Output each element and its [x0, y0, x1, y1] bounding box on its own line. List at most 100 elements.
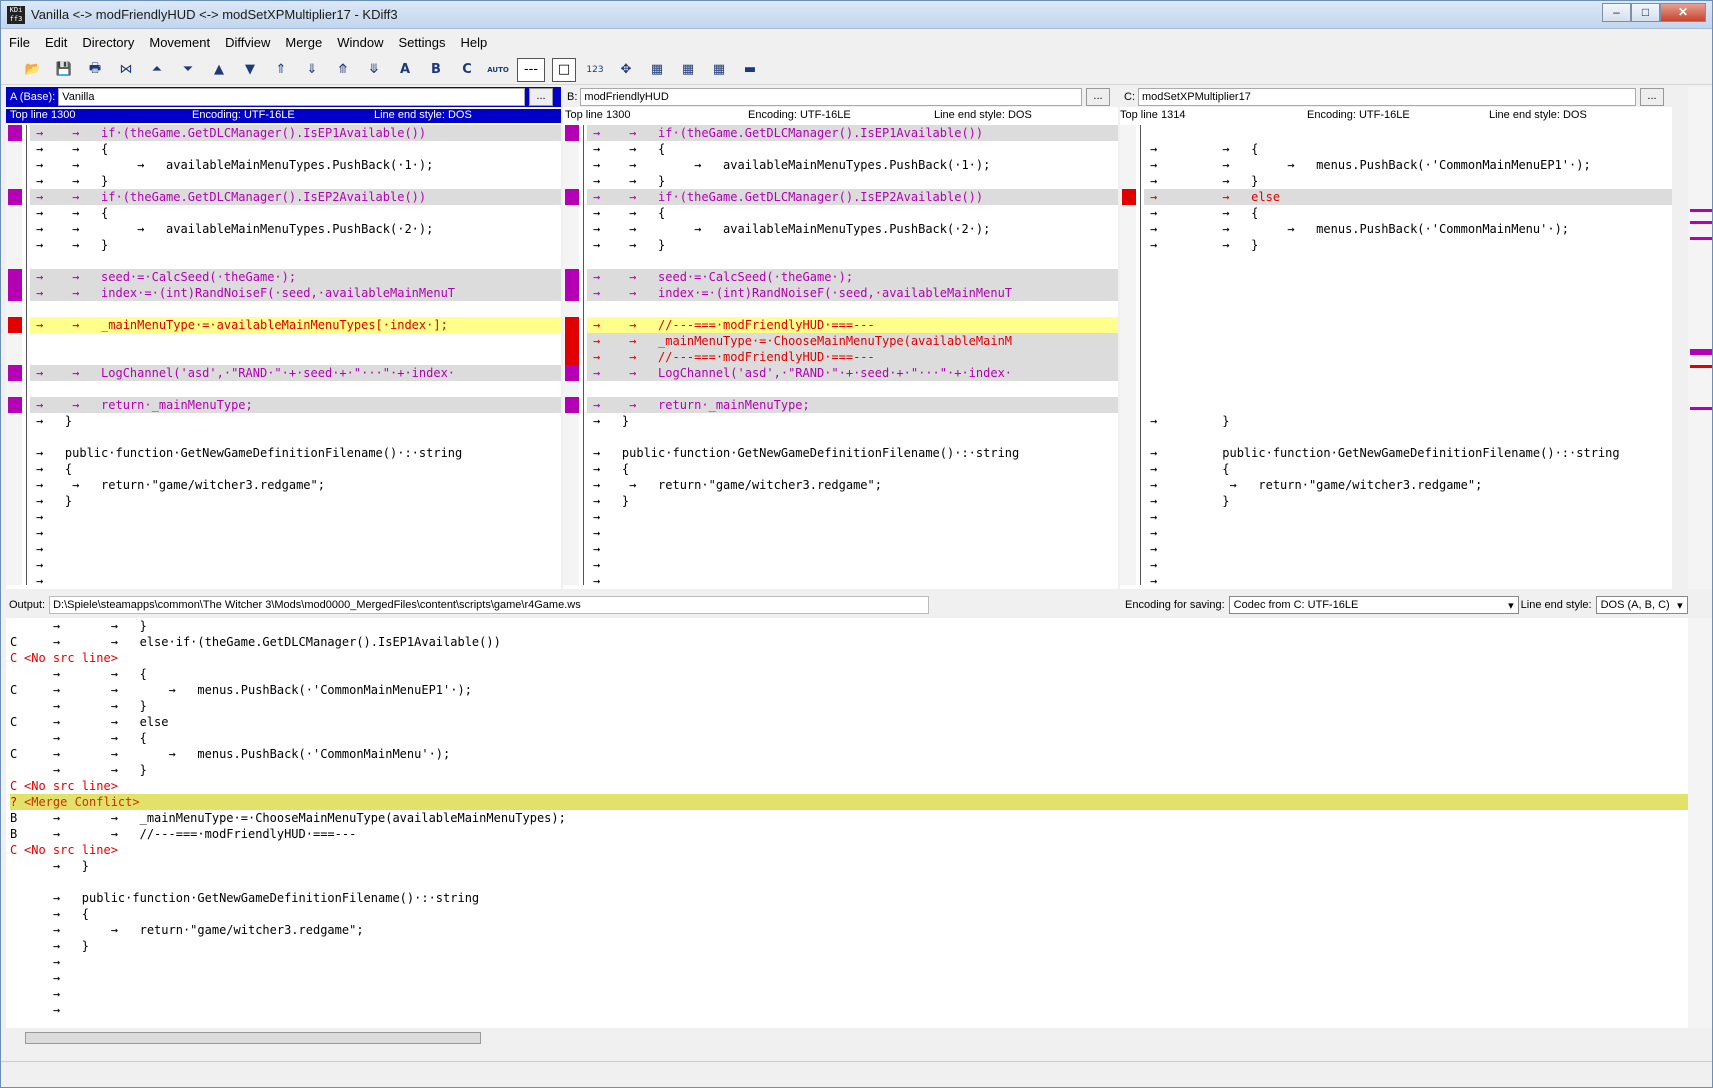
merge-line[interactable]: →: [10, 986, 1691, 1002]
open-folder-icon[interactable]: 📂: [21, 58, 45, 82]
merge-line-source: [10, 618, 24, 634]
merge-line[interactable]: → → }: [10, 618, 1691, 634]
merge-line-source: [10, 890, 24, 906]
split-horizontal-icon[interactable]: ▬: [738, 58, 762, 82]
merge-line[interactable]: C <No src line>: [10, 842, 1691, 858]
encoding-select[interactable]: Codec from C: UTF-16LE ▾: [1228, 596, 1519, 614]
pane-a-code[interactable]: → → if·(theGame.GetDLCManager().IsEP1Ava…: [6, 125, 561, 585]
window-c-icon[interactable]: ▦: [707, 58, 731, 82]
choose-a-button[interactable]: A: [393, 58, 417, 82]
merge-conflict-row[interactable]: ? <Merge Conflict>: [10, 794, 1691, 810]
pane-a-browse-button[interactable]: ...: [529, 88, 553, 106]
menu-bar: File Edit Directory Movement Diffview Me…: [1, 31, 1712, 53]
menu-merge[interactable]: Merge: [285, 35, 322, 50]
print-icon[interactable]: 🖶: [83, 58, 107, 82]
window-a-icon[interactable]: ▦: [645, 58, 669, 82]
pane-b-file-input[interactable]: modFriendlyHUD: [580, 88, 1082, 106]
show-whitespace-button[interactable]: ---: [517, 57, 545, 82]
merge-line[interactable]: B → → _mainMenuType·=·ChooseMainMenuType…: [10, 810, 1691, 826]
merge-line-text: → }: [24, 859, 90, 873]
prev-conflict-icon[interactable]: ⇑: [269, 58, 293, 82]
merge-line[interactable]: C → → → menus.PushBack(·'CommonMainMenu'…: [10, 746, 1691, 762]
menu-diffview[interactable]: Diffview: [225, 35, 270, 50]
lineend-select[interactable]: DOS (A, B, C) ▾: [1595, 596, 1688, 614]
pane-a-file-input[interactable]: Vanilla: [58, 88, 525, 106]
menu-directory[interactable]: Directory: [82, 35, 134, 50]
diff-marker: [565, 317, 579, 333]
menu-settings[interactable]: Settings: [398, 35, 445, 50]
merge-line-text: → → → menus.PushBack(·'CommonMainMenu'·)…: [24, 747, 451, 761]
next-unsolved-conflict-icon[interactable]: ⤋: [362, 58, 386, 82]
merge-line[interactable]: → }: [10, 858, 1691, 874]
output-path-field[interactable]: D:\Spiele\steamapps\common\The Witcher 3…: [49, 596, 930, 614]
merge-line[interactable]: C → → → menus.PushBack(·'CommonMainMenuE…: [10, 682, 1691, 698]
diff-marker: [8, 365, 22, 381]
menu-help[interactable]: Help: [460, 35, 487, 50]
close-button[interactable]: ✕: [1660, 3, 1706, 22]
merge-line-source: [10, 858, 24, 874]
output-bar: Output: D:\Spiele\steamapps\common\The W…: [1, 593, 1712, 617]
pane-c-code[interactable]: → → {→ → → menus.PushBack(·'CommonMainMe…: [1120, 125, 1672, 585]
merge-line[interactable]: → → }: [10, 698, 1691, 714]
pane-b-browse-button[interactable]: ...: [1086, 88, 1110, 106]
show-line-numbers-button[interactable]: 123: [583, 58, 607, 82]
pane-c-file-input[interactable]: modSetXPMultiplier17: [1138, 88, 1636, 106]
kdiff3-app-icon: KDi ff3: [7, 6, 25, 24]
prev-unsolved-conflict-icon[interactable]: ⤊: [331, 58, 355, 82]
scrollbar-thumb[interactable]: [25, 1032, 481, 1044]
pane-b-code[interactable]: → → if·(theGame.GetDLCManager().IsEP1Ava…: [563, 125, 1118, 585]
merge-line[interactable]: → → return·"game/witcher3.redgame";: [10, 922, 1691, 938]
code-line: →: [36, 510, 44, 524]
minimize-button[interactable]: –: [1602, 3, 1631, 22]
merge-line[interactable]: → → }: [10, 762, 1691, 778]
output-label: Output:: [9, 599, 46, 611]
window-b-icon[interactable]: ▦: [676, 58, 700, 82]
choose-c-button[interactable]: C: [455, 58, 479, 82]
merge-line[interactable]: → }: [10, 938, 1691, 954]
next-conflict-icon[interactable]: ⇓: [300, 58, 324, 82]
show-space-tabs-button[interactable]: □: [552, 57, 576, 82]
pane-a-lineend: Line end style: DOS: [374, 109, 472, 121]
maximize-button[interactable]: □: [1631, 3, 1660, 22]
merge-horizontal-scrollbar[interactable]: [25, 1031, 1685, 1045]
merge-output-pane[interactable]: → → } C → → else·if·(theGame.GetDLCManage…: [6, 618, 1691, 1028]
pane-c-browse-button[interactable]: ...: [1640, 88, 1664, 106]
prev-delta-icon[interactable]: ▲: [207, 58, 231, 82]
next-delta-icon[interactable]: ▼: [238, 58, 262, 82]
go-bottom-icon[interactable]: ⏷: [176, 58, 200, 82]
merge-line[interactable]: [10, 874, 1691, 890]
merge-line[interactable]: C → → else·if·(theGame.GetDLCManager().I…: [10, 634, 1691, 650]
merge-line-text: → → {: [24, 667, 147, 681]
merge-line[interactable]: C <No src line>: [10, 778, 1691, 794]
merge-line-source: [10, 922, 24, 938]
auto-advance-button[interactable]: AUTO: [486, 58, 510, 82]
merge-line[interactable]: →: [10, 954, 1691, 970]
merge-line[interactable]: →: [10, 970, 1691, 986]
merge-line[interactable]: →: [10, 1002, 1691, 1018]
menu-edit[interactable]: Edit: [45, 35, 67, 50]
choose-b-button[interactable]: B: [424, 58, 448, 82]
menu-file[interactable]: File: [9, 35, 30, 50]
menu-window[interactable]: Window: [337, 35, 383, 50]
save-icon[interactable]: 💾: [52, 58, 76, 82]
merge-line[interactable]: B → → //---===·modFriendlyHUD·===---: [10, 826, 1691, 842]
toggle-overview-icon[interactable]: ✥: [614, 58, 638, 82]
diff-overview-scrollbar[interactable]: [1688, 87, 1712, 589]
merge-line[interactable]: → {: [10, 906, 1691, 922]
merge-line[interactable]: → → {: [10, 730, 1691, 746]
menu-movement[interactable]: Movement: [149, 35, 210, 50]
merge-line[interactable]: → → {: [10, 666, 1691, 682]
lineend-label: Line end style:: [1520, 599, 1592, 611]
diff-marker: [565, 285, 579, 301]
merge-vertical-scrollbar[interactable]: [1688, 618, 1712, 1028]
merge-line[interactable]: C <No src line>: [10, 650, 1691, 666]
go-top-icon[interactable]: ⏶: [145, 58, 169, 82]
merge-line[interactable]: C → → else: [10, 714, 1691, 730]
go-current-delta-icon[interactable]: ⋈: [114, 58, 138, 82]
diff-marker: [8, 125, 22, 141]
merge-line[interactable]: → public·function·GetNewGameDefinitionFi…: [10, 890, 1691, 906]
chevron-down-icon: ▾: [1508, 599, 1514, 612]
